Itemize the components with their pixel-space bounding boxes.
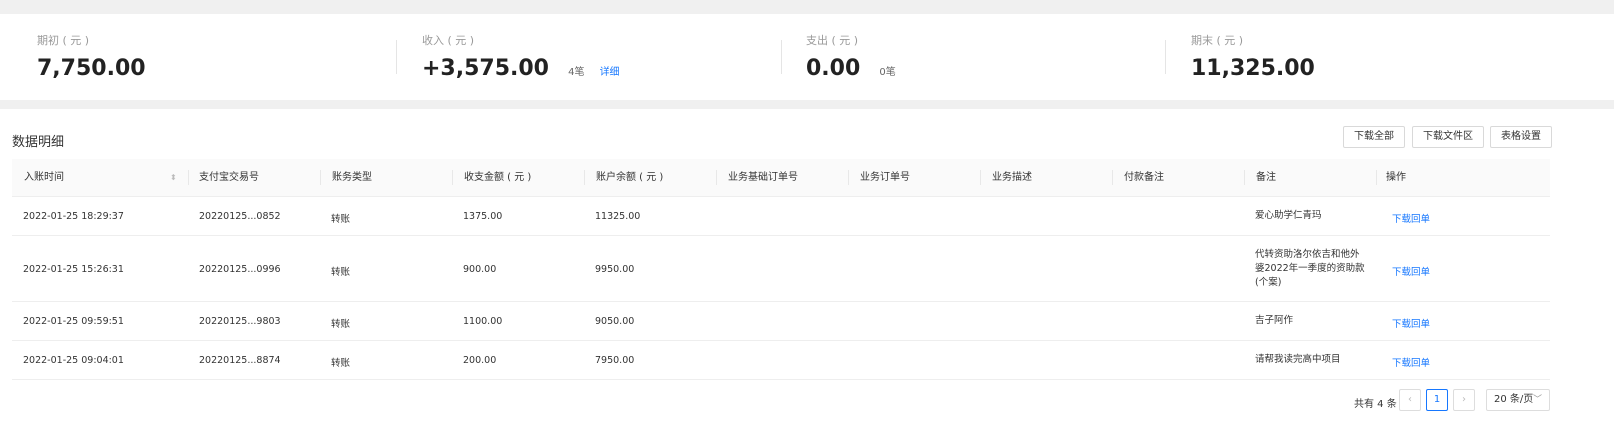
page-size-label: 20 条/页 (1494, 394, 1534, 405)
table-settings-button[interactable]: 表格设置 (1490, 126, 1552, 148)
table-header: 入账时间 ⬍ 支付宝交易号 账务类型 收支金额 ( 元 ) 账户余额 ( 元 )… (12, 159, 1550, 197)
col-header-balance: 账户余额 ( 元 ) (596, 172, 664, 183)
col-header-note: 备注 (1256, 172, 1276, 183)
pagination-total: 共有 4 条 (1354, 399, 1397, 410)
income-detail-link[interactable]: 详细 (600, 67, 620, 78)
cell-time: 2022-01-25 09:04:01 (23, 355, 124, 366)
next-page-button[interactable]: › (1453, 389, 1475, 411)
col-header-type: 账务类型 (332, 172, 372, 183)
download-receipt-link[interactable]: 下载回单 (1392, 355, 1430, 369)
cell-note: 代转资助洛尔依吉和他外婆2022年一季度的资助款 (个案) (1255, 249, 1365, 288)
column-separator (320, 170, 321, 185)
cell-balance: 9050.00 (595, 316, 635, 327)
cell-trade-no: 20220125...9803 (199, 316, 281, 327)
download-receipt-link[interactable]: 下载回单 (1392, 211, 1430, 225)
cell-amount: 1375.00 (463, 211, 503, 222)
col-header-payment-note: 付款备注 (1124, 172, 1164, 183)
cell-balance: 11325.00 (595, 211, 641, 222)
page-size-select[interactable]: 20 条/页 ﹀ (1486, 389, 1550, 411)
cell-time: 2022-01-25 09:59:51 (23, 316, 124, 327)
chevron-down-icon: ﹀ (1532, 395, 1542, 405)
column-separator (1112, 170, 1113, 185)
cell-note: 请帮我读完高中项目 (1255, 354, 1341, 365)
stat-income: 收入 ( 元 ) +3,575.00 4笔 详细 (422, 32, 620, 81)
sort-icon[interactable]: ⬍ (170, 159, 177, 196)
stat-income-label: 收入 ( 元 ) (422, 34, 475, 47)
stat-expense-value: 0.00 (806, 56, 861, 81)
col-header-base-order: 业务基础订单号 (728, 172, 798, 183)
stat-opening-label: 期初 ( 元 ) (37, 34, 90, 47)
column-separator (980, 170, 981, 185)
stat-expense-count: 0笔 (879, 67, 896, 78)
stat-opening-value: 7,750.00 (37, 56, 146, 81)
cell-amount: 200.00 (463, 355, 497, 366)
stat-expense: 支出 ( 元 ) 0.00 0笔 (806, 32, 896, 81)
download-receipt-link[interactable]: 下载回单 (1392, 316, 1430, 330)
col-header-trade-no: 支付宝交易号 (199, 172, 259, 183)
table-row: 2022-01-25 18:29:37 20220125...0852 转账 1… (12, 197, 1550, 236)
col-header-amount: 收支金额 ( 元 ) (464, 172, 532, 183)
download-all-button[interactable]: 下载全部 (1343, 126, 1405, 148)
cell-note: 爱心助学仁青玛 (1255, 210, 1322, 221)
stat-closing-value: 11,325.00 (1191, 56, 1315, 81)
summary-panel: 期初 ( 元 ) 7,750.00 收入 ( 元 ) +3,575.00 4笔 … (0, 14, 1614, 100)
column-separator (584, 170, 585, 185)
col-header-time[interactable]: 入账时间 (24, 159, 64, 196)
details-panel: 数据明细 下载全部 下载文件区 表格设置 入账时间 ⬍ 支付宝交易号 账务类型 … (0, 109, 1614, 433)
prev-page-button[interactable]: ‹ (1399, 389, 1421, 411)
cell-note: 吉子阿作 (1255, 315, 1294, 326)
cell-amount: 900.00 (463, 264, 497, 275)
column-separator (848, 170, 849, 185)
col-header-action: 操作 (1386, 172, 1406, 183)
cell-balance: 7950.00 (595, 355, 635, 366)
stat-closing-label: 期末 ( 元 ) (1191, 34, 1244, 47)
column-separator (1244, 170, 1245, 185)
stat-income-count: 4笔 (568, 67, 585, 78)
cell-type: 转账 (331, 214, 351, 225)
table-row: 2022-01-25 09:04:01 20220125...8874 转账 2… (12, 341, 1550, 380)
cell-type: 转账 (331, 358, 351, 369)
cell-trade-no: 20220125...0996 (199, 264, 281, 275)
divider (396, 40, 397, 74)
cell-time: 2022-01-25 15:26:31 (23, 264, 124, 275)
cell-type: 转账 (331, 319, 351, 330)
col-header-description: 业务描述 (992, 172, 1032, 183)
table-row: 2022-01-25 09:59:51 20220125...9803 转账 1… (12, 302, 1550, 341)
column-separator (452, 170, 453, 185)
stat-closing: 期末 ( 元 ) 11,325.00 (1191, 32, 1315, 81)
cell-trade-no: 20220125...8874 (199, 355, 281, 366)
table-row: 2022-01-25 15:26:31 20220125...0996 转账 9… (12, 236, 1550, 302)
column-separator (188, 170, 189, 185)
column-separator (716, 170, 717, 185)
cell-balance: 9950.00 (595, 264, 635, 275)
divider (1165, 40, 1166, 74)
stat-income-value: +3,575.00 (422, 56, 549, 81)
download-file-area-button[interactable]: 下载文件区 (1412, 126, 1484, 148)
cell-amount: 1100.00 (463, 316, 503, 327)
details-title: 数据明细 (12, 135, 65, 150)
col-header-order: 业务订单号 (860, 172, 910, 183)
cell-trade-no: 20220125...0852 (199, 211, 281, 222)
stat-expense-label: 支出 ( 元 ) (806, 34, 859, 47)
divider (781, 40, 782, 74)
column-separator (1376, 170, 1377, 185)
details-table: 入账时间 ⬍ 支付宝交易号 账务类型 收支金额 ( 元 ) 账户余额 ( 元 )… (12, 159, 1550, 380)
download-receipt-link[interactable]: 下载回单 (1392, 264, 1430, 278)
page-1-button[interactable]: 1 (1426, 389, 1448, 411)
stat-opening: 期初 ( 元 ) 7,750.00 (37, 32, 146, 81)
cell-time: 2022-01-25 18:29:37 (23, 211, 124, 222)
cell-type: 转账 (331, 267, 351, 278)
